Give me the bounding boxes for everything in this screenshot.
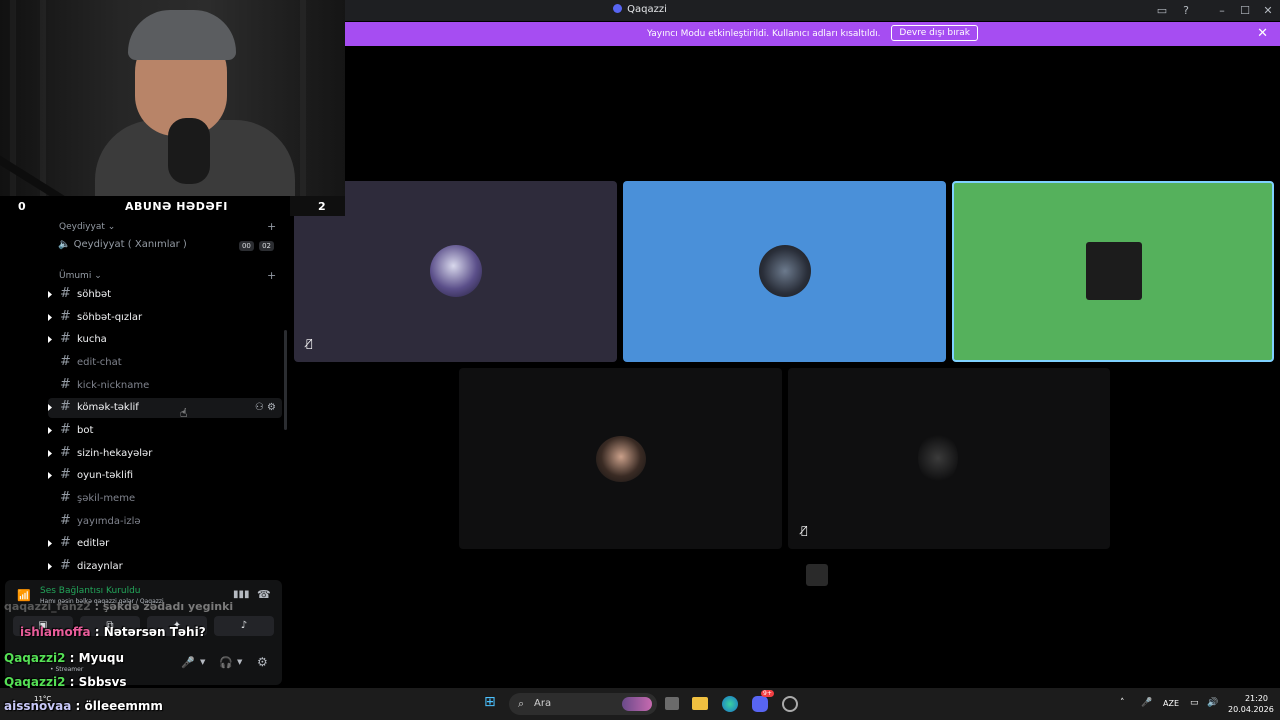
soundboard-button[interactable]: ♪ — [214, 616, 274, 636]
clock[interactable]: 21:20 20.04.2026 — [1228, 693, 1274, 715]
channel-item[interactable]: # söhbət — [48, 285, 282, 305]
channel-item[interactable]: # kömək-təklif ⚇ ⚙ — [48, 398, 282, 418]
channel-item[interactable]: # yayımda-izlə — [48, 512, 282, 532]
user-settings-icon[interactable]: ⚙ — [257, 655, 268, 669]
maximize-button[interactable]: ☐ — [1237, 3, 1253, 18]
channel-item[interactable]: # oyun-təklifi — [48, 466, 282, 486]
hash-icon: # — [60, 535, 71, 550]
chat-message: Qaqazzi2 : Sbbsvs — [4, 675, 127, 689]
hash-icon: # — [60, 309, 71, 324]
video-tile-2[interactable] — [623, 181, 946, 362]
avatar — [1086, 242, 1142, 300]
microphone-tray-icon[interactable]: 🎤 — [1141, 698, 1152, 708]
channel-item[interactable]: # kick-nickname — [48, 376, 282, 396]
volume-icon[interactable]: 🔊 — [1207, 698, 1218, 708]
chat-message: qaqazzi_fanz2 : şəkdə zədadı yeginki — [4, 600, 234, 613]
video-tile-4[interactable] — [459, 368, 782, 549]
hash-icon: # — [60, 558, 71, 573]
inbox-icon[interactable]: ▭ — [1154, 3, 1170, 18]
channel-scrollbar[interactable] — [284, 330, 287, 430]
video-tile-5[interactable]: 🎙̸ — [788, 368, 1110, 549]
headphones-icon[interactable]: 🎧 — [219, 656, 233, 669]
task-view-icon[interactable] — [665, 697, 679, 710]
disconnect-icon[interactable]: ☎ — [257, 588, 271, 601]
chevron-down-icon[interactable]: ▼ — [200, 658, 205, 666]
avatar — [918, 432, 958, 484]
hash-icon: # — [60, 513, 71, 528]
hash-icon: # — [60, 467, 71, 482]
invite-icon[interactable]: ⚇ — [255, 402, 264, 413]
channel-item[interactable]: # kucha — [48, 330, 282, 350]
muted-mic-icon: 🎙̸ — [306, 337, 313, 350]
muted-mic-icon: 🎙̸ — [801, 524, 808, 537]
language-indicator[interactable]: AZE — [1163, 699, 1179, 708]
taskbar-search[interactable]: ⌕ Ara — [509, 693, 657, 715]
hash-icon: # — [60, 377, 71, 392]
add-channel-icon[interactable]: + — [267, 269, 276, 282]
channel-item[interactable]: # editlər — [48, 534, 282, 554]
hash-icon: # — [60, 422, 71, 437]
add-channel-icon[interactable]: + — [267, 220, 276, 233]
channel-item[interactable]: # sizin-hekayələr — [48, 444, 282, 464]
category-qeydiyyat[interactable]: Qeydiyyat ⌄ + — [59, 220, 276, 233]
help-icon[interactable]: ? — [1178, 3, 1194, 18]
disable-streamer-mode-button[interactable]: Devre dışı bırak — [891, 25, 979, 41]
file-explorer-icon[interactable] — [692, 697, 708, 710]
video-tile-3[interactable] — [952, 181, 1274, 362]
hash-icon: # — [60, 286, 71, 301]
speaker-icon: 🔈 — [58, 239, 71, 250]
streamer-mode-banner: Yayıncı Modu etkinleştirildi. Kullanıcı … — [345, 22, 1280, 46]
chat-message: ishlamoffa : Nətərsən Təhi? — [20, 625, 206, 639]
app-icon[interactable] — [782, 696, 798, 712]
cursor-icon: ☝ — [180, 406, 188, 420]
network-icon[interactable]: ▭ — [1190, 698, 1199, 708]
hash-icon: # — [60, 331, 71, 346]
sub-goal-overlay: 0 ABUNƏ HƏDƏFI — [0, 196, 290, 218]
hash-icon: # — [60, 445, 71, 460]
chat-message: Qaqazzi2 : Myuqu — [4, 651, 125, 665]
avatar — [759, 245, 811, 297]
banner-close-icon[interactable]: ✕ — [1257, 22, 1268, 46]
notification-badge: 9+ — [761, 690, 774, 697]
app-logo-icon — [613, 4, 623, 13]
channel-item[interactable]: # edit-chat — [48, 353, 282, 373]
channel-settings-icon[interactable]: ⚙ — [267, 402, 276, 413]
edge-icon[interactable] — [722, 696, 738, 712]
extra-participant-thumbnail[interactable] — [806, 564, 828, 586]
webcam-overlay — [0, 0, 345, 196]
windows-taskbar: ⊞ ⌕ Ara 9+ ˄ 🎤 AZE ▭ 🔊 21:20 20.04.2026 — [0, 688, 1280, 720]
channel-item[interactable]: # bot — [48, 421, 282, 441]
avatar — [430, 245, 482, 297]
user-status: • Streamer — [50, 666, 84, 673]
voice-status[interactable]: Ses Bağlantısı Kuruldu — [40, 586, 140, 596]
sub-count: 0 — [18, 200, 26, 213]
windows-start-icon[interactable]: ⊞ — [484, 694, 500, 710]
voice-channel[interactable]: 🔈 Qeydiyyat ( Xanımlar ) 00 02 — [58, 239, 280, 254]
chat-message: aissnovaa : ölleeemmm — [4, 699, 163, 713]
channel-item[interactable]: # dizaynlar — [48, 557, 282, 577]
hash-icon: # — [60, 354, 71, 369]
channel-item[interactable]: # söhbət-qızlar — [48, 308, 282, 328]
hash-icon: # — [60, 399, 71, 414]
chevron-down-icon[interactable]: ▼ — [237, 658, 242, 666]
sub-goal-label: ABUNƏ HƏDƏFI — [125, 200, 228, 213]
hash-icon: # — [60, 490, 71, 505]
close-window-button[interactable]: ✕ — [1260, 3, 1276, 18]
search-highlight-image — [622, 697, 652, 711]
channel-item[interactable]: # şəkil-meme — [48, 489, 282, 509]
microphone-icon[interactable]: 🎤 — [181, 656, 195, 669]
avatar — [596, 436, 646, 482]
soundboard-icon: ♪ — [240, 620, 248, 631]
banner-message: Yayıncı Modu etkinleştirildi. Kullanıcı … — [646, 29, 881, 39]
chevron-up-icon[interactable]: ˄ — [1120, 698, 1125, 708]
discord-icon[interactable]: 9+ — [752, 690, 774, 712]
category-umumi[interactable]: Ümumi ⌄ + — [59, 269, 276, 282]
participant-count-tab: 2 — [290, 196, 345, 216]
search-icon: ⌕ — [518, 697, 525, 710]
noise-suppression-icon[interactable]: ▮▮▮ — [233, 589, 250, 600]
minimize-button[interactable]: – — [1214, 3, 1230, 18]
